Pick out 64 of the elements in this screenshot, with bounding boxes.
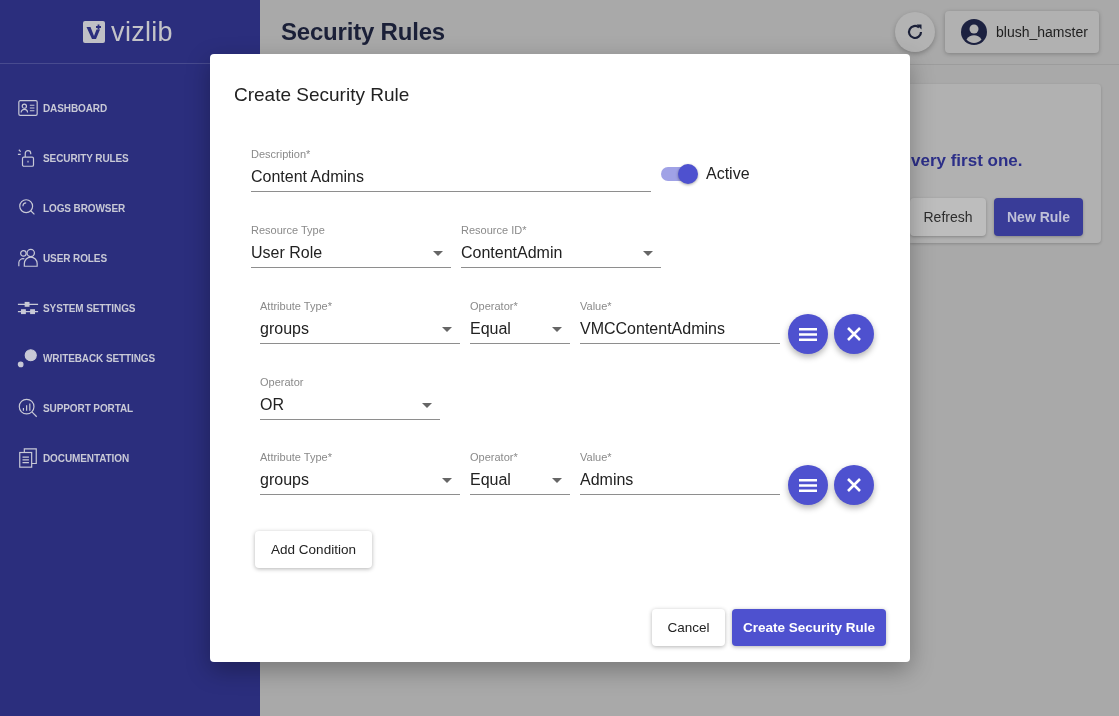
caret-icon: [433, 250, 443, 256]
select-field[interactable]: Equal: [470, 317, 570, 344]
nav-item[interactable]: DASHBOARD: [0, 83, 108, 133]
caret-icon: [552, 477, 562, 483]
caret-icon: [422, 402, 432, 408]
select-field[interactable]: groups: [260, 468, 460, 495]
nav-item[interactable]: SYSTEM SETTINGS: [0, 283, 136, 333]
add-condition-button[interactable]: Add Condition: [255, 531, 372, 568]
users-icon: [17, 247, 39, 269]
field-label: Attribute Type*: [260, 451, 332, 464]
nav-item[interactable]: DOCUMENTATION: [0, 433, 130, 483]
select-field[interactable]: User Role: [251, 241, 451, 268]
refresh-icon: [906, 23, 924, 41]
select-field[interactable]: OR: [260, 393, 440, 420]
nav-item[interactable]: SECURITY RULES: [0, 133, 129, 183]
menu-button[interactable]: [788, 314, 828, 354]
avatar-icon: [961, 19, 987, 45]
text-field[interactable]: Admins: [580, 468, 780, 495]
close-button[interactable]: [834, 314, 874, 354]
field-label: Value*: [580, 451, 612, 464]
toggle-switch[interactable]: [661, 164, 698, 184]
close-icon: [847, 478, 861, 492]
select-field[interactable]: Equal: [470, 468, 570, 495]
new-rule-button[interactable]: New Rule: [994, 198, 1083, 236]
nav-item[interactable]: SUPPORT PORTAL: [0, 383, 134, 433]
chart-search-icon: [17, 397, 39, 419]
logo-icon: [83, 20, 106, 43]
field-label: Value*: [580, 300, 612, 313]
refresh-text-button[interactable]: Refresh: [910, 198, 986, 236]
select-field[interactable]: ContentAdmin: [461, 241, 661, 268]
switch-label: Active: [706, 165, 750, 183]
caret-icon: [643, 250, 653, 256]
documents-icon: [17, 447, 39, 469]
field-label: Operator*: [470, 300, 518, 313]
field-label: Attribute Type*: [260, 300, 332, 313]
cancel-button[interactable]: Cancel: [652, 609, 725, 646]
field-label: Operator*: [470, 451, 518, 464]
nav-item[interactable]: WRITEBACK SETTINGS: [0, 333, 156, 383]
text-field[interactable]: Content Admins: [251, 165, 651, 192]
logo-text: vizlib: [111, 16, 173, 47]
nav-item[interactable]: LOGS BROWSER: [0, 183, 126, 233]
field-label: Resource ID*: [461, 224, 527, 237]
dialog-title: Create Security Rule: [234, 83, 410, 107]
menu-icon: [799, 327, 817, 341]
field-label: Operator: [260, 376, 304, 389]
field-label: Resource Type: [251, 224, 325, 237]
close-button[interactable]: [834, 465, 874, 505]
id-card-icon: [17, 97, 39, 119]
refresh-button[interactable]: [895, 12, 935, 52]
caret-icon: [442, 326, 452, 332]
menu-button[interactable]: [788, 465, 828, 505]
close-icon: [847, 327, 861, 341]
caret-icon: [442, 477, 452, 483]
page-title: Security Rules: [281, 18, 445, 46]
text-field[interactable]: VMCContentAdmins: [580, 317, 780, 344]
circles-icon: [17, 347, 39, 369]
nav-item[interactable]: USER ROLES: [0, 233, 107, 283]
caret-icon: [552, 326, 562, 332]
menu-icon: [799, 478, 817, 492]
submit-button[interactable]: Create Security Rule: [732, 609, 886, 646]
select-field[interactable]: groups: [260, 317, 460, 344]
empty-state-message: very first one.: [910, 151, 1023, 171]
field-label: Description*: [251, 148, 311, 161]
user-menu-button[interactable]: blush_hamster: [945, 11, 1099, 53]
